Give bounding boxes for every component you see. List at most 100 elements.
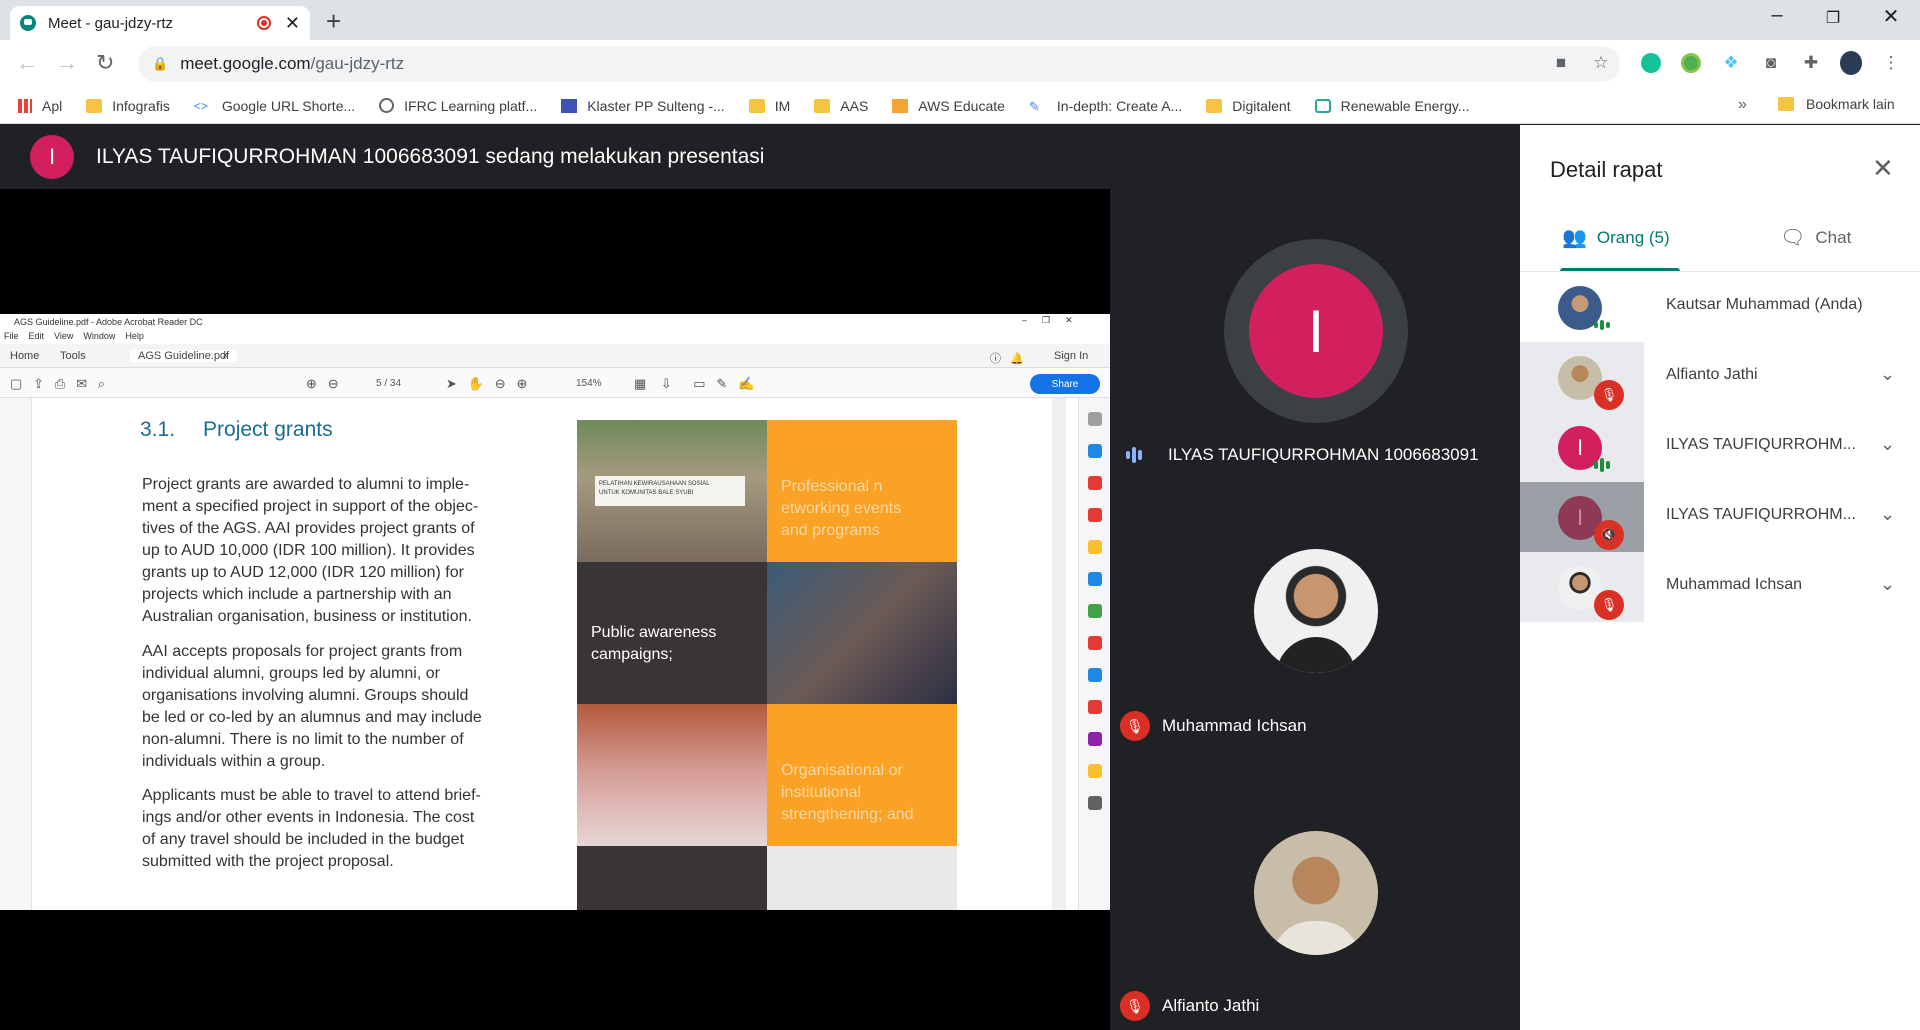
folder-icon	[1206, 98, 1223, 113]
bookmark-link[interactable]: Klaster PP Sulteng -...	[561, 98, 725, 114]
profile-avatar[interactable]	[1840, 51, 1862, 75]
acrobat-menu: File Edit View Window Help	[4, 331, 144, 341]
chevron-down-icon[interactable]: ⌄	[1880, 364, 1895, 385]
panel-title: Detail rapat	[1550, 157, 1663, 182]
apps-grid-icon	[18, 98, 32, 113]
url-text: meet.google.com/gau-jdzy-rtz	[180, 54, 405, 73]
browser-window: Meet - gau-jdzy-rtz ✕ + – ❐ ✕ ← → ↻ 🔒 me…	[0, 0, 1920, 1030]
participant-row[interactable]: 🎙 Muhammad Ichsan ⌄	[1520, 552, 1920, 622]
browser-toolbar: ← → ↻ 🔒 meet.google.com/gau-jdzy-rtz	[0, 40, 1920, 88]
bookmark-link[interactable]: AWS Educate	[892, 98, 1005, 114]
bookmark-star-icon[interactable]: ☆	[1590, 52, 1612, 74]
presenting-text: ILYAS TAUFIQURROHMAN 1006683091 sedang m…	[96, 145, 765, 168]
folder-icon	[1778, 97, 1794, 111]
section-heading: 3.1. Project grants	[140, 418, 333, 441]
participant-row[interactable]: I 🔇 ILYAS TAUFIQURROHM... ⌄	[1520, 482, 1920, 552]
lock-icon: 🔒	[152, 56, 169, 71]
audio-level-icon	[1126, 447, 1156, 463]
presenter-avatar: I	[30, 135, 74, 179]
google-shortener-icon: <>	[193, 98, 208, 113]
new-tab-button[interactable]: +	[326, 6, 341, 37]
extension-globe-icon[interactable]	[1680, 52, 1702, 74]
tab-people[interactable]: 👥 Orang (5)	[1562, 225, 1670, 250]
bookmark-link[interactable]: ✎ In-depth: Create A...	[1029, 98, 1182, 114]
panel-close-button[interactable]: ✕	[1872, 153, 1894, 184]
bookmark-folder[interactable]: AAS	[814, 98, 868, 114]
window-close-button[interactable]: ✕	[1866, 4, 1916, 29]
people-icon: 👥	[1562, 227, 1587, 249]
participant-row[interactable]: Kautsar Muhammad (Anda)	[1520, 272, 1920, 342]
recording-icon	[256, 16, 271, 30]
tile-name-ilyas: ILYAS TAUFIQURROHMAN 1006683091	[1126, 445, 1479, 465]
bookmarks-bar: Apl Infografis <> Google URL Shorte... IF…	[0, 88, 1920, 124]
other-bookmarks[interactable]: Bookmark lain	[1778, 96, 1895, 112]
grammarly-extension-icon[interactable]	[1640, 52, 1662, 74]
tab-title: Meet - gau-jdzy-rtz	[48, 14, 174, 32]
tab-meet[interactable]: Meet - gau-jdzy-rtz ✕	[10, 6, 310, 40]
presenter-banner: I ILYAS TAUFIQURROHMAN 1006683091 sedang…	[0, 125, 1520, 189]
chevron-down-icon[interactable]: ⌄	[1880, 574, 1895, 595]
group-photo	[577, 704, 767, 846]
chat-icon: 🗨	[1780, 227, 1806, 249]
back-icon[interactable]: ←	[16, 50, 38, 76]
bookmark-apps[interactable]: Apl	[18, 98, 62, 114]
mic-off-icon: 🎙	[1120, 711, 1150, 741]
bookmark-link[interactable]: <> Google URL Shorte...	[194, 98, 355, 114]
pdf-scrollbar[interactable]	[1052, 398, 1066, 910]
tab-close-icon[interactable]: ✕	[285, 13, 300, 34]
people-photo	[767, 562, 957, 704]
bookmark-link[interactable]: IFRC Learning platf...	[379, 98, 537, 114]
presentation-stage: AGS Guideline.pdf - Adobe Acrobat Reader…	[0, 189, 1110, 1030]
extensions-puzzle-icon[interactable]: ✚	[1800, 52, 1822, 74]
chevron-down-icon[interactable]: ⌄	[1880, 434, 1895, 455]
tile-photo-ichsan	[1254, 549, 1378, 673]
speaker-muted-icon: 🔇	[1594, 520, 1624, 550]
audio-level-icon	[1594, 310, 1624, 340]
meet-favicon-icon	[20, 15, 36, 31]
bookmarks-overflow-icon[interactable]: »	[1738, 96, 1747, 114]
meet-main: I ILYAS TAUFIQURROHMAN 1006683091 sedang…	[0, 125, 1520, 1030]
mic-off-icon: 🎙	[1594, 590, 1624, 620]
chrome-menu-icon[interactable]: ⋮	[1880, 52, 1902, 74]
participant-tiles: I ILYAS TAUFIQURROHMAN 1006683091 🎙 Muha…	[1110, 189, 1520, 1030]
extension-crystal-icon[interactable]: ❖	[1720, 52, 1742, 74]
bookmark-link[interactable]: Renewable Energy...	[1314, 98, 1470, 114]
renewable-icon	[1314, 98, 1331, 113]
tile-photo-alfianto	[1254, 831, 1378, 955]
restore-button[interactable]: ❐	[1808, 8, 1858, 28]
acrobat-title-bar: AGS Guideline.pdf - Adobe Acrobat Reader…	[0, 314, 1110, 330]
tile-name-ichsan: 🎙 Muhammad Ichsan	[1120, 711, 1307, 741]
forward-icon[interactable]: →	[56, 50, 78, 76]
mic-off-icon: 🎙	[1120, 991, 1150, 1021]
acrobat-toolbar: ▢ ⇪ ⎙ ✉ ⌕ ⊕ ⊖ 5 / 34 ➤ ✋ ⊖ ⊕ 154% ▦ ⇩ ▭ …	[0, 368, 1110, 398]
meeting-details-panel: Detail rapat ✕ 👥 Orang (5) 🗨 Chat Kautsa…	[1520, 125, 1920, 1030]
acrobat-tabs: Home Tools AGS Guideline.pdf × ⓘ 🔔 Sign …	[0, 344, 1110, 368]
bookmark-folder[interactable]: Digitalent	[1206, 98, 1291, 114]
mic-off-icon: 🎙	[1594, 380, 1624, 410]
klaster-icon	[561, 98, 578, 113]
tile-avatar: I	[1249, 264, 1383, 398]
address-bar[interactable]: 🔒 meet.google.com/gau-jdzy-rtz	[138, 46, 1620, 82]
participant-row[interactable]: I ILYAS TAUFIQURROHM... ⌄	[1520, 412, 1920, 482]
globe-icon	[379, 98, 395, 113]
camera-blocked-icon[interactable]: ■	[1550, 52, 1572, 74]
folder-icon	[814, 98, 831, 113]
tab-chat[interactable]: 🗨 Chat	[1780, 225, 1851, 250]
tab-strip: Meet - gau-jdzy-rtz ✕ + – ❐ ✕	[0, 0, 1920, 40]
training-photo: PELATIHAN KEWIRAUSAHAAN SOSIAL UNTUK KOM…	[577, 420, 767, 562]
pen-icon: ✎	[1028, 98, 1040, 114]
acrobat-tools-rail	[1078, 398, 1110, 910]
bookmark-folder[interactable]: IM	[748, 98, 790, 114]
reload-icon[interactable]: ↻	[96, 50, 114, 76]
pdf-page: 3.1. Project grants Project grants are aw…	[46, 398, 1050, 910]
bookmark-folder[interactable]: Infografis	[86, 98, 170, 114]
folder-icon	[86, 98, 103, 113]
shared-screen: AGS Guideline.pdf - Adobe Acrobat Reader…	[0, 314, 1110, 910]
chevron-down-icon[interactable]: ⌄	[1880, 504, 1895, 525]
audio-level-icon	[1594, 450, 1624, 480]
minimize-button[interactable]: –	[1752, 4, 1802, 27]
participant-row[interactable]: 🎙 Alfianto Jathi ⌄	[1520, 342, 1920, 412]
photo-grid: PELATIHAN KEWIRAUSAHAAN SOSIAL UNTUK KOM…	[577, 420, 957, 910]
aws-box-icon	[892, 98, 909, 113]
screenshot-extension-icon[interactable]: ◙	[1760, 52, 1782, 74]
